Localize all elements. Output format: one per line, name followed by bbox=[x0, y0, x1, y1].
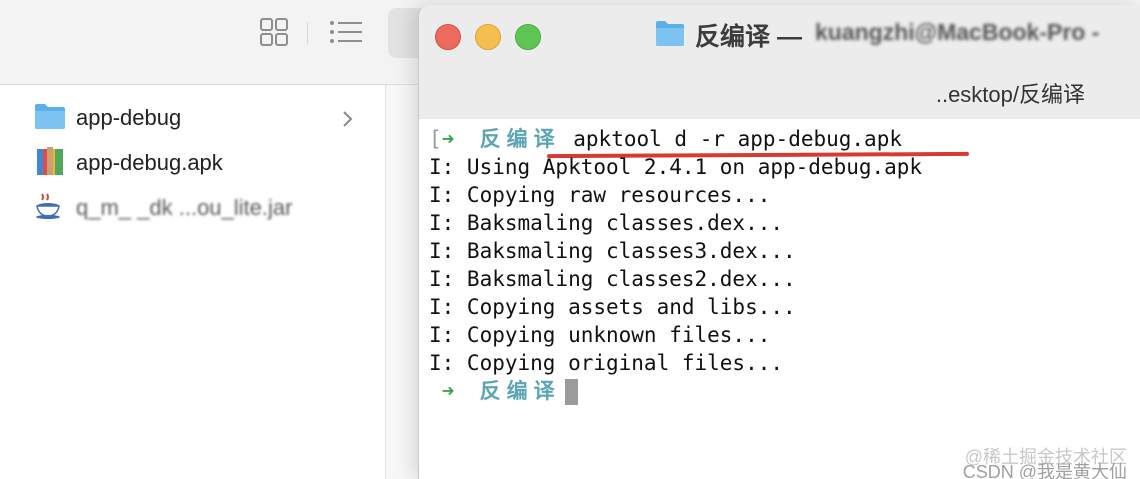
chevron-right-icon[interactable] bbox=[338, 106, 358, 132]
grid-icon[interactable] bbox=[256, 14, 292, 50]
file-name: q_m_ _dk ...ou_lite.jar bbox=[76, 195, 293, 220]
list-item[interactable]: app-debug.apk bbox=[34, 146, 223, 180]
list-item[interactable]: q_m_ _dk ...ou_lite.jar bbox=[34, 191, 292, 225]
command-text: apktool d -r app-debug.apk bbox=[573, 127, 902, 151]
prompt-dir: 反编译 bbox=[479, 127, 561, 151]
prompt-bracket: [ bbox=[429, 127, 442, 151]
terminal-window: 反编译 — kuangzhi@MacBook-Pro - ..esktop/反编… bbox=[418, 5, 1140, 479]
prompt-line: ➜ 反编译 bbox=[429, 377, 578, 405]
finder-column-divider bbox=[385, 85, 419, 479]
terminal-output[interactable]: [➜ 反编译 apktool d -r app-debug.apk I: Usi… bbox=[419, 119, 1140, 479]
toolbar-divider bbox=[307, 22, 308, 44]
file-name: app-debug.apk bbox=[76, 150, 223, 175]
output-line: I: Copying unknown files... bbox=[429, 323, 771, 347]
output-line: I: Copying assets and libs... bbox=[429, 295, 796, 319]
folder-icon bbox=[656, 21, 684, 46]
list-icon[interactable] bbox=[328, 14, 364, 50]
file-list: app-debug app-debug.apk q_m_ _dk ...ou_l… bbox=[0, 85, 385, 479]
window-title-user: kuangzhi@MacBook-Pro - bbox=[815, 19, 1100, 45]
watermark-csdn: CSDN @我是黄大仙 bbox=[962, 462, 1127, 479]
output-line: I: Copying raw resources... bbox=[429, 183, 771, 207]
prompt-arrow-icon: ➜ bbox=[441, 127, 455, 151]
minimize-button[interactable] bbox=[475, 24, 501, 50]
file-name: app-debug bbox=[76, 105, 182, 130]
folder-icon bbox=[34, 102, 66, 135]
command-line: [➜ 反编译 apktool d -r app-debug.apk bbox=[429, 125, 902, 153]
output-line: I: Using Apktool 2.4.1 on app-debug.apk bbox=[429, 155, 923, 179]
output-line: I: Baksmaling classes3.dex... bbox=[429, 239, 796, 263]
output-line: I: Baksmaling classes.dex... bbox=[429, 211, 784, 235]
close-button[interactable] bbox=[435, 24, 461, 50]
archive-icon bbox=[34, 145, 66, 182]
terminal-titlebar: 反编译 — kuangzhi@MacBook-Pro - ..esktop/反编… bbox=[419, 5, 1140, 120]
java-cup-icon bbox=[34, 192, 66, 225]
text-cursor bbox=[564, 379, 578, 405]
prompt-dir: 反编译 bbox=[479, 379, 561, 403]
zoom-button[interactable] bbox=[515, 24, 541, 50]
window-title: 反编译 — bbox=[695, 23, 802, 51]
output-line: I: Baksmaling classes2.dex... bbox=[429, 267, 796, 291]
output-line: I: Copying original files... bbox=[429, 351, 784, 375]
prompt-arrow-icon: ➜ bbox=[441, 379, 455, 403]
tab-path[interactable]: ..esktop/反编译 bbox=[936, 77, 1085, 109]
list-item[interactable]: app-debug bbox=[34, 101, 181, 135]
